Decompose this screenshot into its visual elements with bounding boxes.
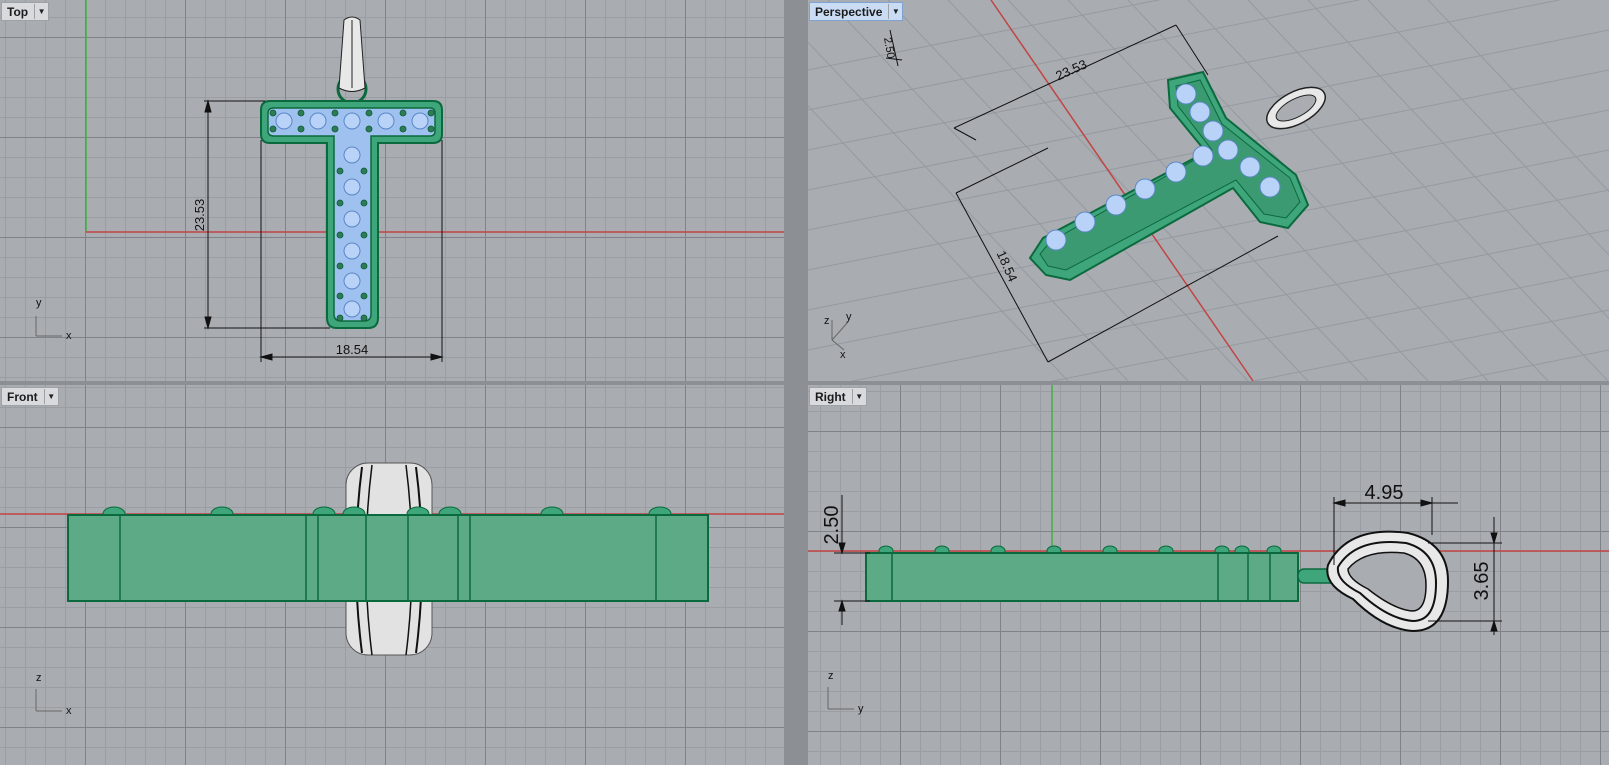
- pendant-body: [67, 514, 709, 602]
- dimension-bail-width-label: 4.95: [1365, 482, 1404, 504]
- dimension-width-label: 18.54: [336, 342, 369, 357]
- dimension-thickness-label: 2.50: [881, 36, 897, 59]
- right-view-canvas: 2.50 4.95 3.65 z y: [808, 385, 1609, 715]
- axis-x-label: x: [840, 349, 846, 361]
- axis-widget: [35, 689, 62, 712]
- top-view-canvas: 23.53 18.54 y x: [35, 0, 784, 362]
- axis-z-label: z: [828, 670, 834, 682]
- viewport-right[interactable]: 2.50 4.95 3.65 z y Right ▼: [808, 385, 1609, 765]
- viewport-front[interactable]: z x Front ▼: [0, 385, 784, 765]
- axis-x-label: x: [66, 330, 72, 342]
- axis-z-label: z: [36, 672, 42, 684]
- perspective-canvas: 23.53 18.54 2.50 z y x: [808, 0, 1609, 381]
- viewport-perspective[interactable]: 23.53 18.54 2.50 z y x Perspective ▼: [808, 0, 1609, 381]
- front-view-canvas: z x: [0, 462, 784, 717]
- dropdown-arrow-icon[interactable]: ▼: [43, 389, 58, 404]
- axis-y-label: y: [36, 297, 42, 309]
- viewport-title: Top: [7, 4, 29, 19]
- dimension-length-label: 23.53: [1053, 56, 1089, 83]
- dimension-width-label: 18.54: [994, 248, 1021, 284]
- dropdown-arrow-icon[interactable]: ▼: [888, 4, 902, 19]
- axis-z-label: z: [824, 315, 830, 327]
- dimension-thickness-label: 2.50: [821, 506, 843, 545]
- dimension-height-label: 23.53: [192, 199, 207, 232]
- bail-shape: [1326, 530, 1450, 633]
- axis-widget: [35, 316, 62, 337]
- viewport-splitter-horizontal[interactable]: [0, 381, 1609, 385]
- dimension-bail-height-label: 3.65: [1471, 562, 1493, 601]
- dropdown-arrow-icon[interactable]: ▼: [851, 389, 866, 404]
- bail-shape: [336, 16, 368, 105]
- viewport-label-front[interactable]: Front ▼: [1, 387, 59, 406]
- axis-y-label: y: [846, 311, 852, 323]
- axis-widget: [831, 320, 849, 351]
- viewport-title: Right: [815, 389, 846, 404]
- viewport-label-top[interactable]: Top ▼: [1, 2, 50, 21]
- viewport-top[interactable]: 23.53 18.54 y x Top ▼: [0, 0, 784, 381]
- viewport-label-perspective[interactable]: Perspective ▼: [809, 2, 904, 21]
- axis-y-label: y: [858, 703, 864, 715]
- axis-widget: [827, 687, 854, 710]
- viewport-label-right[interactable]: Right ▼: [809, 387, 867, 406]
- dropdown-arrow-icon[interactable]: ▼: [34, 4, 48, 19]
- axis-x-label: x: [66, 705, 72, 717]
- viewport-title: Front: [7, 389, 38, 404]
- pendant-body: [865, 552, 1299, 602]
- viewport-title: Perspective: [815, 4, 883, 19]
